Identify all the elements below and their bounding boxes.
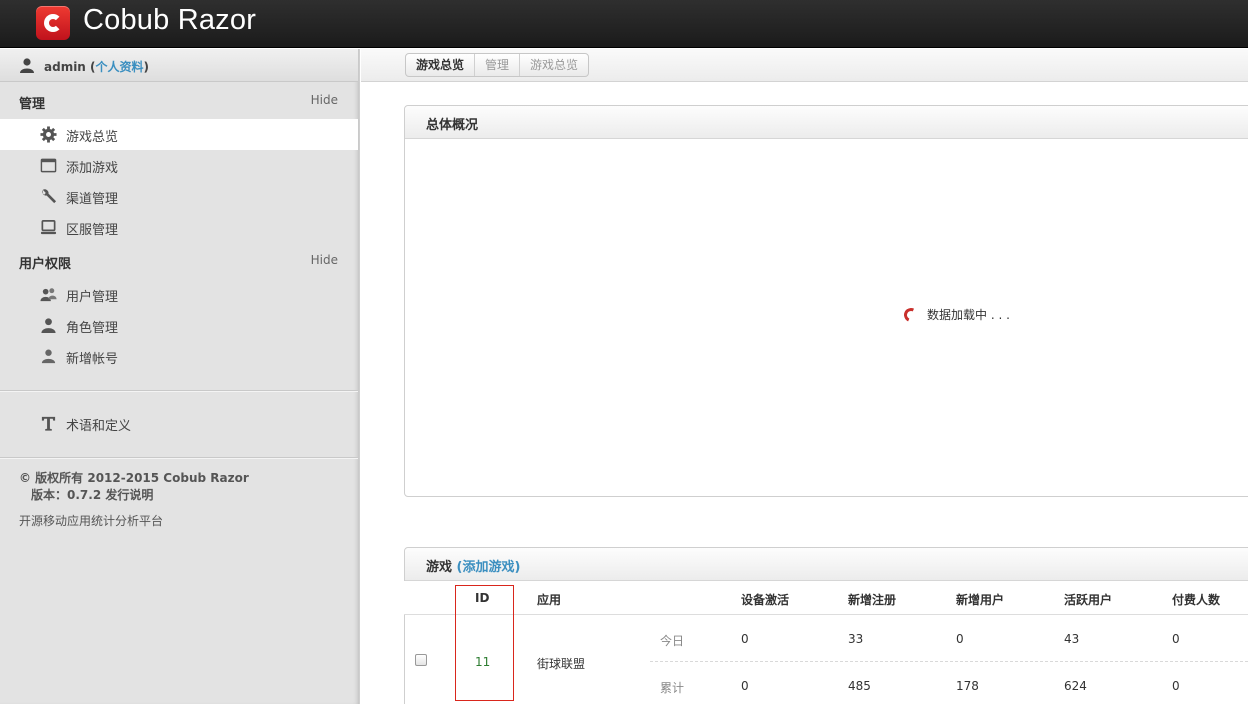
loading-indicator: 数据加载中 . . .: [902, 305, 1010, 324]
hide-toggle[interactable]: Hide: [311, 93, 338, 107]
panel-header: 游戏 (添加游戏): [405, 548, 1248, 581]
section-title: 用户权限: [19, 257, 72, 272]
today-paying-users: 0: [1172, 632, 1180, 646]
row-checkbox[interactable]: [415, 654, 427, 666]
wrench-icon: [42, 189, 57, 204]
total-new-users: 178: [956, 679, 979, 693]
breadcrumb-item[interactable]: 管理: [474, 54, 519, 76]
version-info: 版本：0.7.2 发行说明: [31, 486, 153, 503]
sidebar: admin (个人资料) 管理 Hide 游戏总览 添加游戏 渠道管理 区服管理…: [0, 49, 360, 704]
breadcrumb-item[interactable]: 游戏总览: [406, 54, 474, 76]
column-header-new-registrations[interactable]: 新增注册: [848, 591, 896, 608]
user-add-icon: [41, 349, 56, 364]
users-icon: [40, 288, 57, 302]
version-number: 0.7.2: [67, 488, 102, 502]
overview-panel: 总体概况: [404, 105, 1248, 497]
window-icon: [40, 158, 57, 173]
column-header-paying-users[interactable]: 付费人数: [1172, 591, 1220, 608]
version-prefix: 版本：: [31, 488, 68, 502]
sidebar-item-glossary[interactable]: 术语和定义: [0, 408, 358, 439]
profile-link[interactable]: 个人资料: [96, 60, 144, 74]
column-header-active-users[interactable]: 活跃用户: [1064, 591, 1112, 608]
column-header-app[interactable]: 应用: [537, 591, 561, 608]
row-divider: [650, 661, 1248, 662]
sidebar-item-roles[interactable]: 角色管理: [0, 310, 358, 341]
divider: [0, 390, 358, 391]
row-label-total: 累计: [660, 681, 685, 695]
sidebar-item-label: 角色管理: [66, 321, 119, 336]
sidebar-item-add-game[interactable]: 添加游戏: [0, 150, 358, 181]
id-column-highlight: [455, 585, 514, 701]
game-app-name[interactable]: 街球联盟: [537, 655, 585, 672]
user-bar: admin (个人资料): [0, 49, 358, 82]
column-header-new-users[interactable]: 新增用户: [956, 591, 1004, 608]
section-user-permissions: 用户权限 Hide: [0, 245, 358, 275]
user-info: admin (个人资料): [44, 60, 150, 74]
hide-toggle[interactable]: Hide: [311, 253, 338, 267]
sidebar-item-label: 游戏总览: [66, 130, 119, 145]
sidebar-item-label: 新增帐号: [66, 352, 119, 367]
column-header-device-activation[interactable]: 设备激活: [741, 591, 789, 608]
sidebar-item-game-overview[interactable]: 游戏总览: [0, 119, 358, 150]
breadcrumb-bar: 游戏总览 管理 游戏总览: [361, 49, 1248, 82]
sidebar-item-users[interactable]: 用户管理: [0, 279, 358, 310]
panel-header: 总体概况: [405, 106, 1248, 139]
sidebar-item-channel[interactable]: 渠道管理: [0, 181, 358, 212]
section-title: 管理: [19, 97, 46, 112]
row-label-today: 今日: [660, 634, 685, 648]
divider: [0, 457, 358, 458]
today-device-activation: 0: [741, 632, 749, 646]
today-new-users: 0: [956, 632, 964, 646]
total-paying-users: 0: [1172, 679, 1180, 693]
top-header: Cobub Razor: [0, 0, 1248, 48]
app-title[interactable]: Cobub Razor: [83, 4, 256, 37]
sidebar-item-label: 区服管理: [66, 223, 119, 238]
breadcrumb-item[interactable]: 游戏总览: [519, 54, 588, 76]
panel-title: 总体概况: [426, 118, 479, 133]
today-active-users: 43: [1064, 632, 1080, 646]
sidebar-item-label: 术语和定义: [66, 419, 132, 434]
total-active-users: 624: [1064, 679, 1087, 693]
gear-icon: [40, 126, 57, 143]
text-icon: [41, 416, 56, 431]
table-header: ID 应用 设备激活 新增注册 新增用户 活跃用户 付费人数: [404, 581, 1248, 615]
breadcrumb: 游戏总览 管理 游戏总览: [405, 53, 590, 77]
sidebar-item-label: 用户管理: [66, 290, 119, 305]
user-role-icon: [41, 318, 56, 334]
today-new-registrations: 33: [848, 632, 864, 646]
monitor-icon: [40, 220, 57, 235]
spinner-icon: [902, 305, 920, 324]
games-title: 游戏: [426, 560, 453, 575]
add-game-link[interactable]: (添加游戏): [457, 560, 521, 575]
section-manage: 管理 Hide: [0, 85, 358, 115]
loading-text: 数据加载中 . . .: [927, 308, 1010, 322]
total-new-registrations: 485: [848, 679, 871, 693]
panel-title: 游戏 (添加游戏): [426, 556, 520, 575]
user-icon: [20, 58, 34, 73]
copyright-text: © 版权所有 2012-2015 Cobub Razor: [19, 471, 249, 485]
sidebar-item-server[interactable]: 区服管理: [0, 212, 358, 243]
sidebar-item-label: 添加游戏: [66, 161, 119, 176]
sidebar-item-label: 渠道管理: [66, 192, 119, 207]
games-panel: 游戏 (添加游戏): [404, 547, 1248, 704]
cobub-logo-icon[interactable]: [36, 6, 70, 40]
release-notes-link[interactable]: 发行说明: [105, 488, 153, 502]
tagline: 开源移动应用统计分析平台: [19, 514, 164, 528]
total-device-activation: 0: [741, 679, 749, 693]
username: admin: [44, 60, 86, 74]
sidebar-item-add-account[interactable]: 新增帐号: [0, 341, 358, 372]
